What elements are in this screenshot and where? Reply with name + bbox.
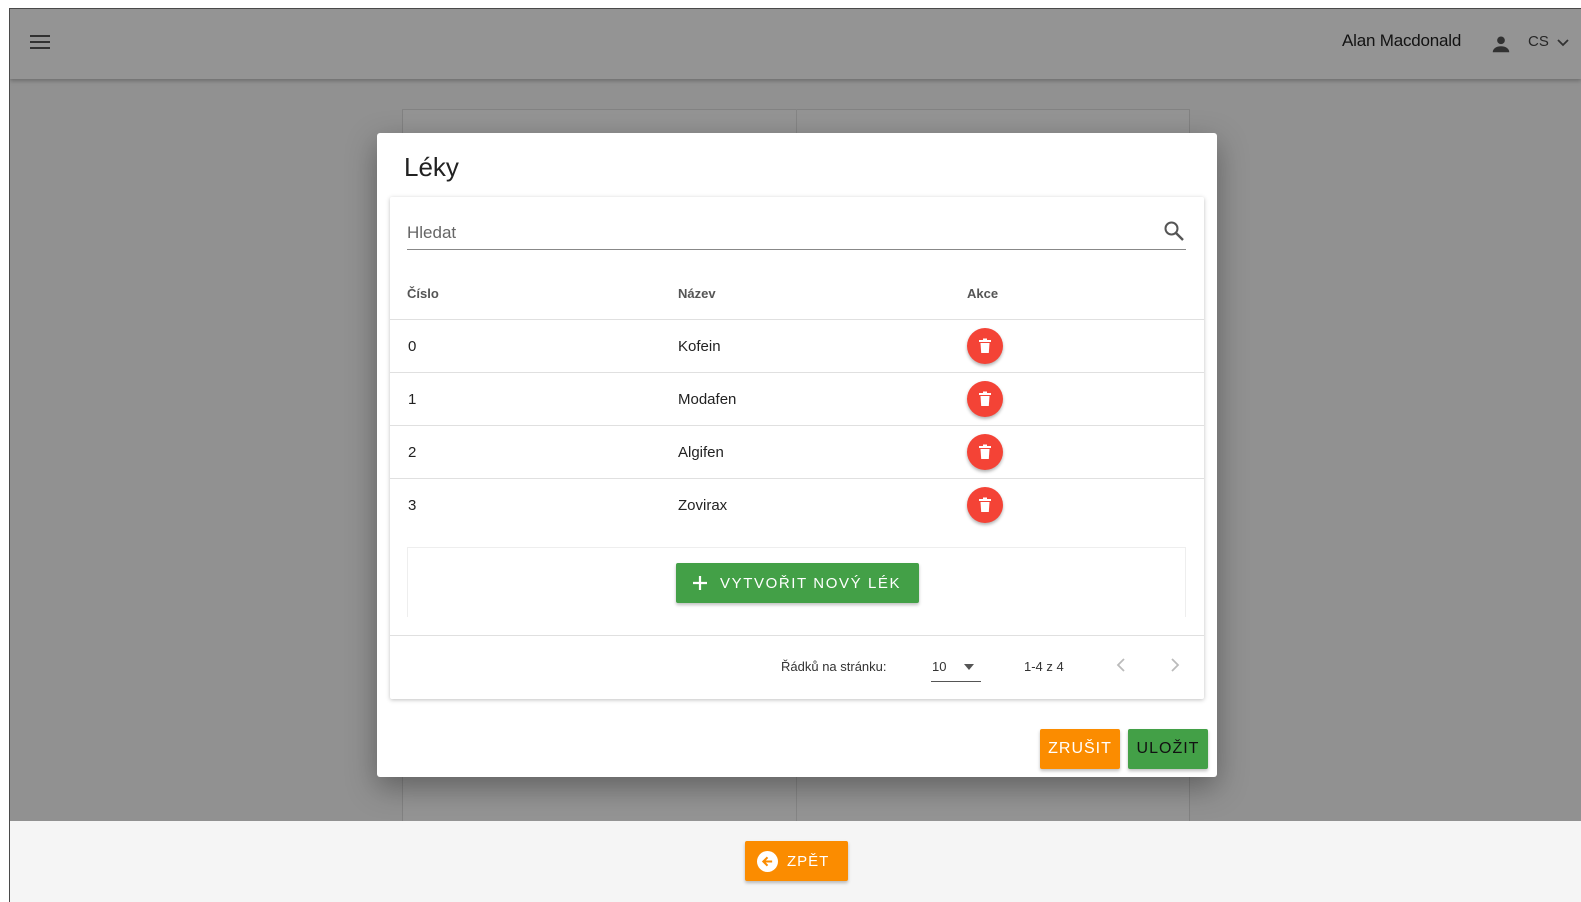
row-number: 3: [408, 497, 417, 514]
pagination-range: 1-4 z 4: [1024, 659, 1064, 674]
back-button-label: ZPĚT: [787, 852, 830, 870]
table-row: 1 Modafen: [390, 373, 1204, 426]
column-header-number[interactable]: Číslo: [407, 286, 439, 301]
cancel-button[interactable]: ZRUŠIT: [1040, 729, 1120, 769]
create-area: VYTVOŘIT NOVÝ LÉK: [407, 547, 1186, 617]
column-header-name[interactable]: Název: [678, 286, 716, 301]
trash-icon: [979, 338, 991, 353]
row-number: 0: [408, 338, 417, 355]
trash-icon: [979, 444, 991, 459]
chevron-left-icon[interactable]: [1112, 655, 1130, 675]
row-name: Zovirax: [678, 497, 728, 514]
chevron-right-icon[interactable]: [1166, 655, 1184, 675]
arrow-left-circle-icon: [757, 850, 778, 872]
delete-button[interactable]: [967, 381, 1003, 417]
search-icon[interactable]: [1162, 219, 1186, 243]
column-header-actions: Akce: [967, 286, 999, 301]
row-number: 1: [408, 391, 417, 408]
delete-button[interactable]: [967, 487, 1003, 523]
row-number: 2: [408, 444, 417, 461]
rows-per-page-label: Řádků na stránku:: [781, 659, 887, 674]
delete-button[interactable]: [967, 434, 1003, 470]
delete-button[interactable]: [967, 328, 1003, 364]
table-row: 0 Kofein: [390, 320, 1204, 373]
create-medicine-label: VYTVOŘIT NOVÝ LÉK: [720, 574, 902, 592]
medicines-dialog: Léky Číslo Název Akce 0 Kofein 1 Modafen: [377, 133, 1217, 777]
row-name: Kofein: [678, 338, 721, 355]
pagination-divider: [390, 635, 1204, 636]
table-row: 2 Algifen: [390, 426, 1204, 479]
rows-per-page-value: 10: [932, 659, 947, 674]
search-field: [407, 215, 1186, 250]
search-input[interactable]: [407, 219, 1147, 247]
dialog-title: Léky: [404, 152, 459, 182]
rows-per-page-select[interactable]: 10: [931, 652, 981, 682]
plus-icon: [693, 576, 707, 590]
save-button[interactable]: ULOŽIT: [1128, 729, 1208, 769]
dropdown-arrow-icon: [964, 664, 974, 670]
trash-icon: [979, 391, 991, 406]
back-button[interactable]: ZPĚT: [745, 841, 848, 881]
row-name: Modafen: [678, 391, 737, 408]
create-medicine-button[interactable]: VYTVOŘIT NOVÝ LÉK: [676, 563, 919, 603]
table-row: 3 Zovirax: [390, 479, 1204, 532]
app-frame: Alan Macdonald CS ZPĚT Léky Číslo Název …: [9, 8, 1581, 902]
medicines-table-card: Číslo Název Akce 0 Kofein 1 Modafen 2 A: [390, 197, 1204, 699]
row-name: Algifen: [678, 444, 724, 461]
trash-icon: [979, 497, 991, 512]
